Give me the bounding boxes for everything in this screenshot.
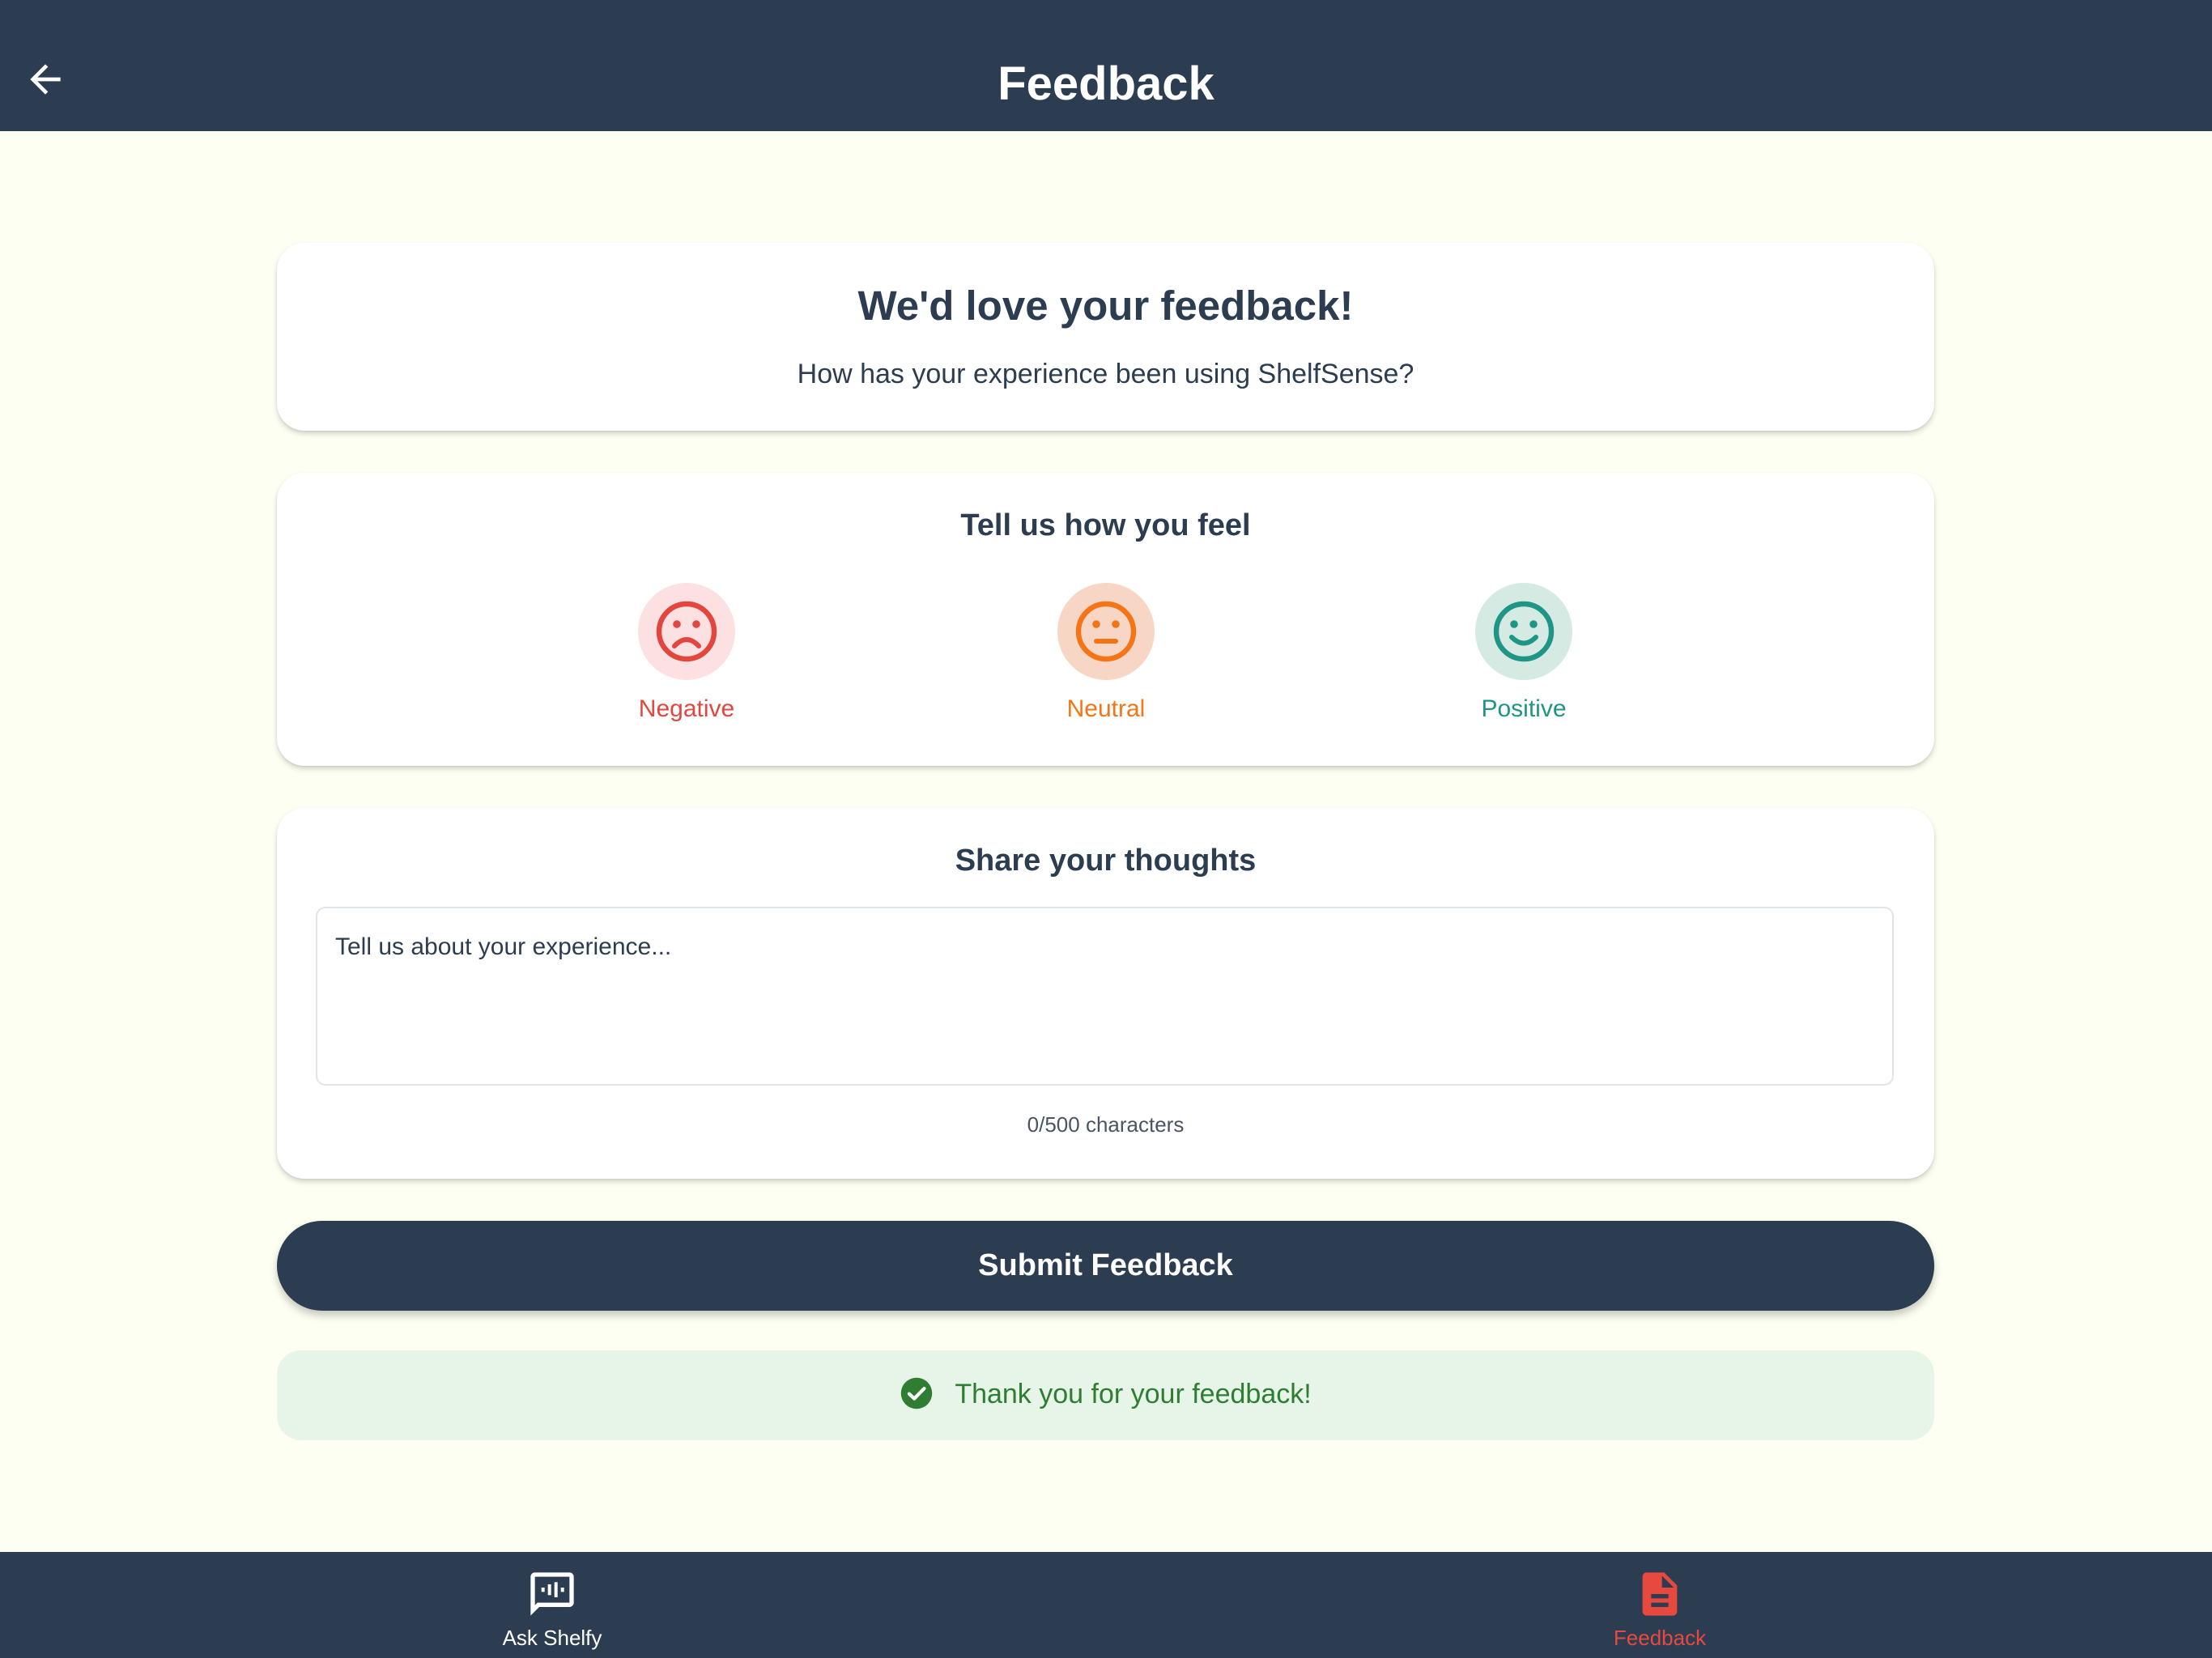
voice-chat-icon (530, 1572, 574, 1616)
submit-feedback-button[interactable]: Submit Feedback (277, 1221, 1934, 1311)
nav-label-ask-shelfy: Ask Shelfy (502, 1626, 602, 1650)
mood-option-negative[interactable]: Negative (598, 583, 776, 725)
check-circle-icon (900, 1376, 934, 1410)
mood-label-positive: Positive (1481, 695, 1567, 722)
intro-subheading: How has your experience been using Shelf… (797, 359, 1414, 389)
success-banner: Thank you for your feedback! (277, 1350, 1934, 1440)
mood-circle-neutral (1057, 583, 1155, 680)
mood-circle-negative (638, 583, 735, 680)
sad-face-icon (656, 601, 717, 662)
intro-heading: We'd love your feedback! (857, 283, 1354, 329)
happy-face-icon (1493, 601, 1555, 662)
success-message: Thank you for your feedback! (955, 1379, 1312, 1409)
nav-label-feedback: Feedback (1613, 1626, 1707, 1650)
top-app-bar: Feedback (0, 0, 2212, 131)
character-count: 0/500 characters (1027, 1112, 1185, 1137)
mood-option-neutral[interactable]: Neutral (1017, 583, 1195, 725)
intro-card: We'd love your feedback! How has your ex… (277, 243, 1934, 431)
page-title: Feedback (998, 57, 1214, 110)
thoughts-card: Share your thoughts 0/500 characters (277, 808, 1934, 1179)
feeling-card: Tell us how you feel Negative Neutral Po… (277, 473, 1934, 766)
success-content: Thank you for your feedback! (277, 1376, 1934, 1413)
thoughts-heading: Share your thoughts (955, 844, 1257, 878)
feedback-textarea[interactable] (316, 907, 1894, 1086)
nav-item-ask-shelfy[interactable]: Ask Shelfy (455, 1568, 649, 1651)
neutral-face-icon (1075, 601, 1137, 662)
mood-circle-positive (1475, 583, 1572, 680)
mood-option-positive[interactable]: Positive (1435, 583, 1613, 725)
bottom-navigation: Ask Shelfy Feedback (0, 1552, 2212, 1658)
mood-label-negative: Negative (638, 695, 735, 722)
document-icon (1642, 1572, 1678, 1616)
mood-label-neutral: Neutral (1066, 695, 1146, 722)
nav-item-feedback[interactable]: Feedback (1563, 1568, 1757, 1651)
feeling-heading: Tell us how you feel (960, 508, 1251, 542)
